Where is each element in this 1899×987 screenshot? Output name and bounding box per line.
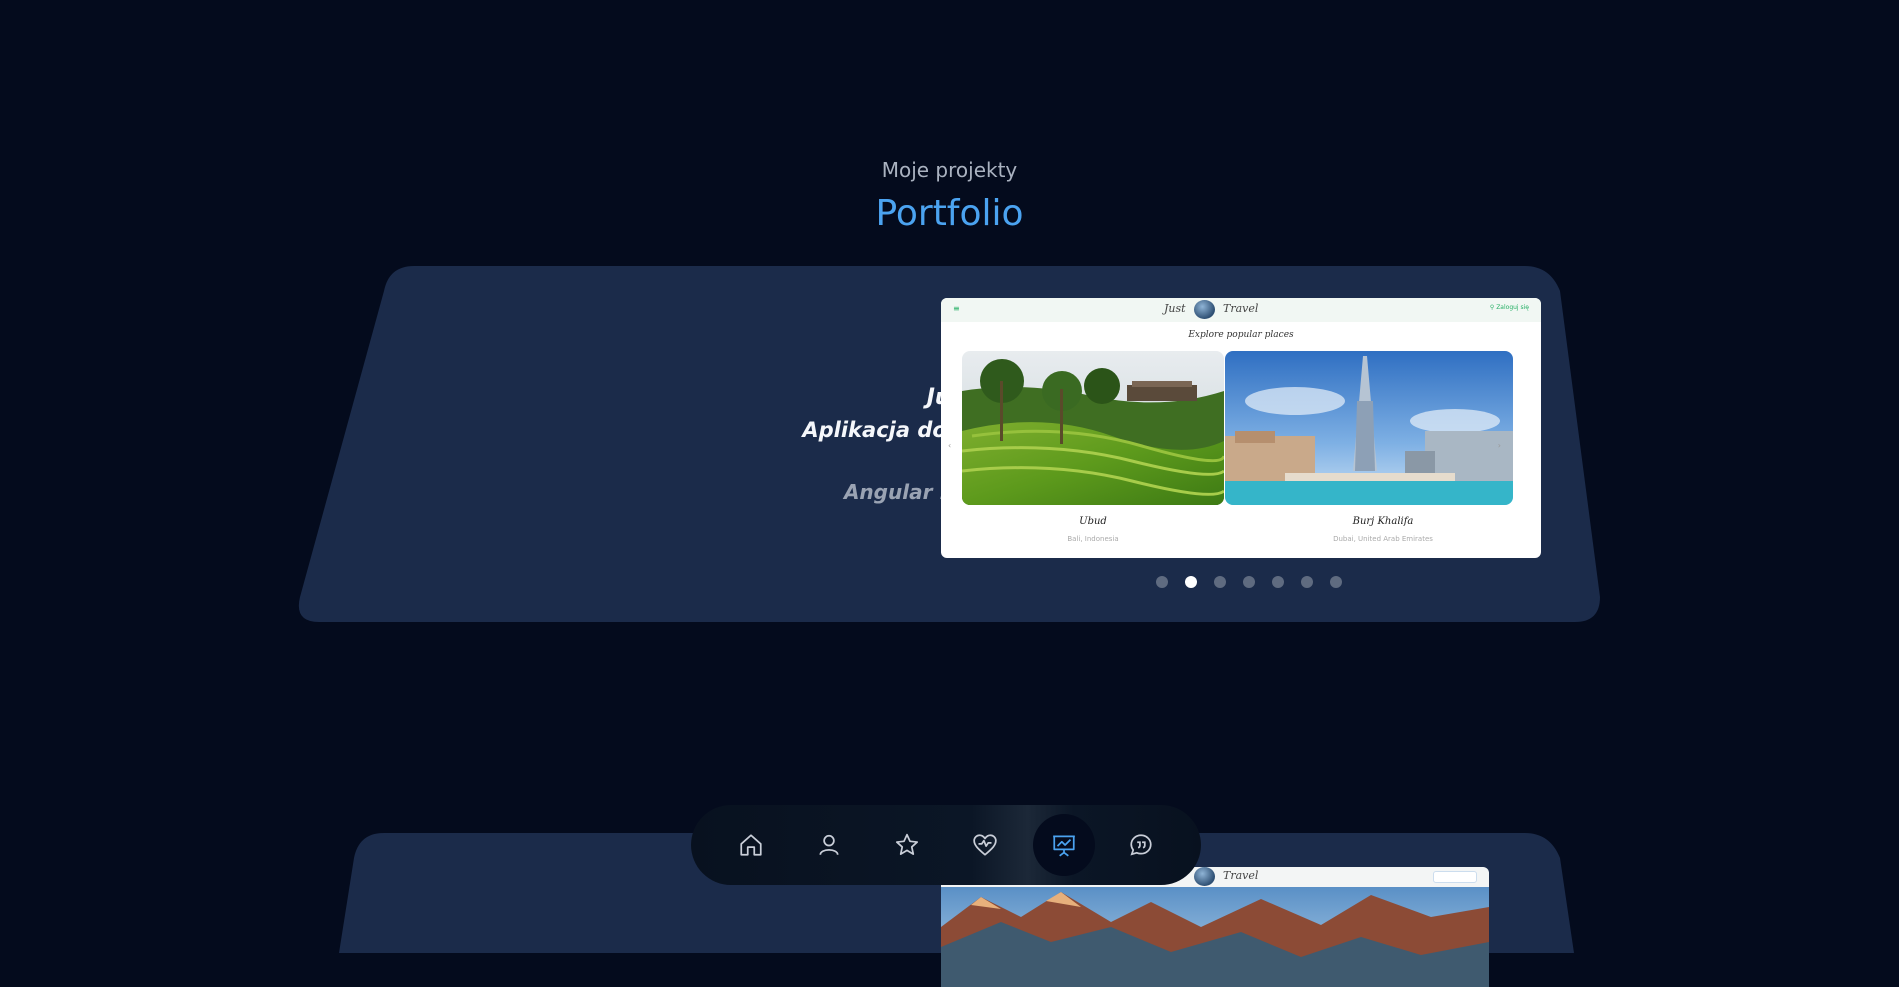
presentation-icon [1053, 835, 1075, 857]
screenshot-logo-right: Travel [1223, 302, 1259, 315]
place-name: Burj Khalifa [1352, 516, 1414, 527]
mountain-image [941, 887, 1489, 987]
nav-skills[interactable] [879, 817, 935, 873]
prev-arrow-icon: ‹ [948, 441, 952, 450]
quote-icon [1130, 834, 1152, 856]
place-location: Dubai, United Arab Emirates [1333, 535, 1433, 543]
nav-about[interactable] [801, 817, 857, 873]
place-image-burj-khalifa [1225, 351, 1513, 505]
carousel-dot[interactable] [1214, 576, 1226, 588]
menu-icon: ≡ [953, 304, 960, 313]
project-screenshot[interactable]: ≡ Just Travel ⚲ Zaloguj się Explore popu… [941, 298, 1541, 558]
carousel-dot[interactable] [1330, 576, 1342, 588]
project-card: JustTravel Aplikacja do tworzenia podróż… [294, 266, 1600, 622]
login-button [1433, 871, 1477, 883]
place-image-ubud [962, 351, 1224, 505]
carousel-dot[interactable] [1185, 576, 1197, 588]
user-icon [819, 834, 839, 856]
carousel-dot[interactable] [1272, 576, 1284, 588]
screenshot-heading: Explore popular places [1188, 330, 1294, 340]
nav-portfolio[interactable] [1033, 814, 1095, 876]
screenshot-logo-right: Travel [1223, 869, 1259, 882]
section-subtitle: Moje projekty [881, 158, 1018, 182]
globe-icon [1194, 867, 1215, 886]
nav-home[interactable] [723, 817, 779, 873]
next-arrow-icon: › [1497, 441, 1501, 450]
star-icon [895, 833, 919, 855]
nav-contact[interactable] [1113, 817, 1169, 873]
screenshot-header: ≡ Just Travel ⚲ Zaloguj się [941, 298, 1541, 322]
bottom-nav [691, 805, 1201, 885]
carousel-dots [1156, 576, 1342, 588]
nav-services[interactable] [957, 817, 1013, 873]
home-icon [740, 834, 762, 856]
carousel-dot[interactable] [1156, 576, 1168, 588]
screenshot-logo-left: Just [1164, 302, 1186, 315]
place-location: Bali, Indonesia [1067, 535, 1119, 543]
carousel-dot[interactable] [1301, 576, 1313, 588]
section-title: Portfolio [875, 193, 1024, 234]
project-screenshot[interactable]: Travel [941, 867, 1489, 987]
login-link: ⚲ Zaloguj się [1489, 304, 1529, 311]
carousel-dot[interactable] [1243, 576, 1255, 588]
place-name: Ubud [1079, 516, 1107, 527]
globe-icon [1194, 300, 1215, 319]
heart-icon [973, 834, 997, 856]
